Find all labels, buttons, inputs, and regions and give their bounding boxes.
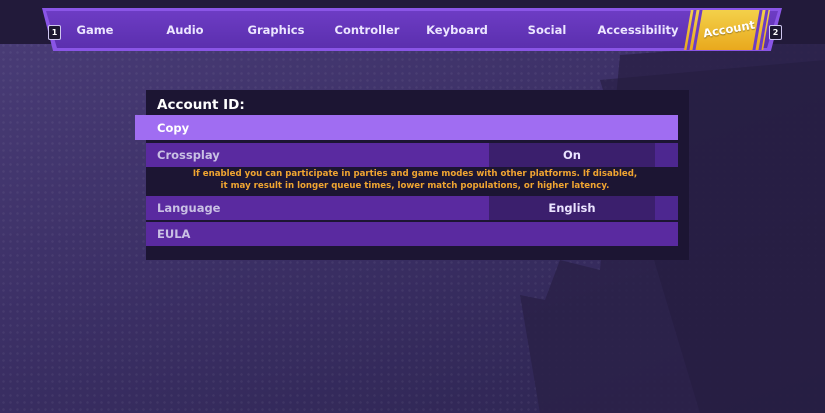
- crossplay-description: If enabled you can participate in partie…: [170, 168, 660, 192]
- tab-accessibility[interactable]: Accessibility: [596, 14, 680, 46]
- prev-tab-key-hint[interactable]: 1: [48, 25, 61, 40]
- copy-button[interactable]: Copy: [135, 115, 678, 140]
- tab-keyboard[interactable]: Keyboard: [420, 14, 494, 46]
- account-id-label: Account ID:: [157, 97, 245, 113]
- crossplay-row[interactable]: Crossplay On: [146, 143, 678, 167]
- tab-game[interactable]: Game: [66, 14, 124, 46]
- tab-controller[interactable]: Controller: [328, 14, 406, 46]
- crossplay-label: Crossplay: [157, 148, 220, 162]
- crossplay-description-line1: If enabled you can participate in partie…: [192, 169, 638, 179]
- eula-row[interactable]: EULA: [146, 222, 678, 246]
- tab-social[interactable]: Social: [518, 14, 576, 46]
- language-row-edge: [655, 196, 678, 220]
- language-value[interactable]: English: [489, 196, 655, 220]
- crossplay-value[interactable]: On: [489, 143, 655, 167]
- tab-audio[interactable]: Audio: [155, 14, 215, 46]
- copy-button-label: Copy: [157, 120, 190, 135]
- crossplay-description-line2: it may result in longer queue times, low…: [220, 181, 610, 191]
- next-tab-key-hint[interactable]: 2: [769, 25, 782, 40]
- language-label: Language: [157, 201, 221, 215]
- eula-label: EULA: [157, 227, 191, 241]
- crossplay-row-edge: [655, 143, 678, 167]
- language-row[interactable]: Language English: [146, 196, 678, 220]
- tab-graphics[interactable]: Graphics: [240, 14, 312, 46]
